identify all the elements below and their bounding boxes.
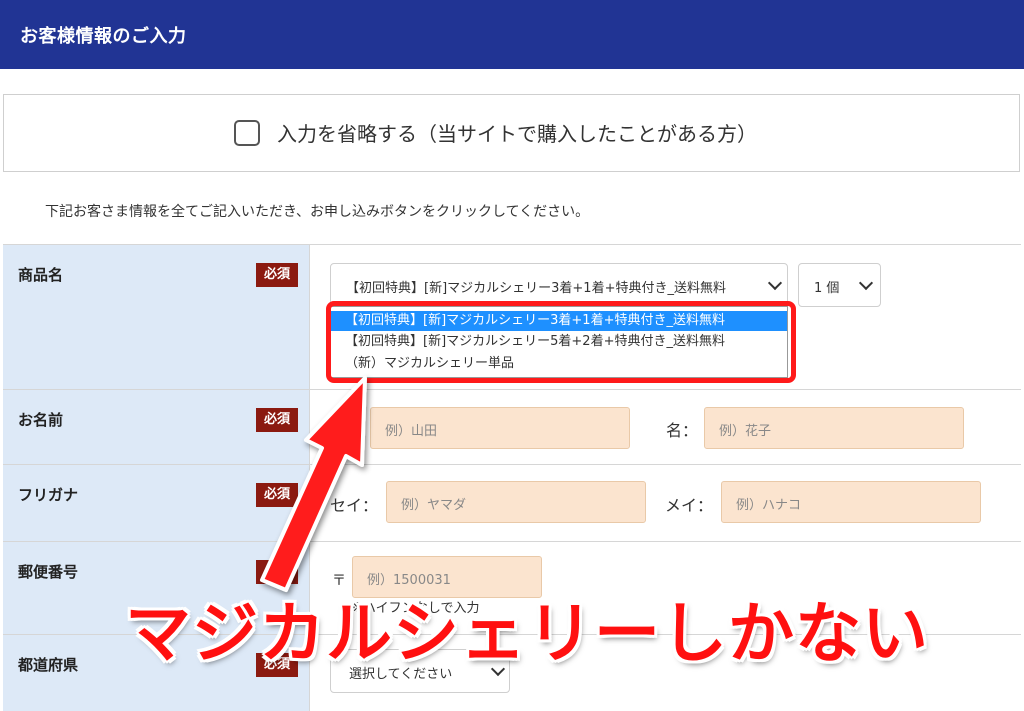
furigana-row: フリガナ 必須 セイ： 例）ヤマダ メイ： 例）ハナコ — [3, 465, 1021, 542]
form-instruction: 下記お客さま情報を全てご記入いただき、お申し込みボタンをクリックしてください。 — [45, 204, 590, 220]
skip-input-label[interactable]: 入力を省略する（当サイトで購入したことがある方） — [277, 118, 757, 147]
quantity-select[interactable]: 1 個 — [798, 263, 881, 307]
given-name-placeholder: 例）花子 — [719, 424, 772, 439]
sei-input[interactable]: 例）ヤマダ — [386, 481, 646, 523]
furigana-label-cell: フリガナ 必須 — [3, 465, 310, 541]
given-name-input[interactable]: 例）花子 — [704, 407, 964, 449]
prefecture-label: 都道府県 — [18, 656, 79, 674]
name-row: お名前 必須 例）山田 名： 例）花子 — [3, 390, 1021, 465]
last-name-placeholder: 例）山田 — [385, 424, 438, 439]
skip-input-checkbox[interactable] — [234, 120, 260, 146]
highlight-frame — [326, 301, 796, 383]
product-select-value: 【初回特典】[新]マジカルシェリー3着+1着+特典付き_送料無料 — [346, 281, 726, 296]
last-name-input[interactable]: 例）山田 — [370, 407, 630, 449]
furigana-label: フリガナ — [18, 486, 79, 504]
given-name-label: 名： — [666, 421, 699, 440]
quantity-select-value: 1 個 — [814, 281, 840, 296]
required-badge: 必須 — [256, 408, 298, 432]
page-header: お客様情報のご入力 — [0, 0, 1024, 69]
sei-placeholder: 例）ヤマダ — [401, 498, 467, 513]
required-badge: 必須 — [256, 263, 298, 287]
page-title: お客様情報のご入力 — [20, 26, 187, 47]
annotation-text: マジカルシェリーしかない — [125, 595, 929, 672]
name-label: お名前 — [18, 411, 64, 429]
product-label: 商品名 — [18, 266, 64, 284]
name-label-cell: お名前 必須 — [3, 390, 310, 464]
mei-placeholder: 例）ハナコ — [736, 498, 802, 513]
product-label-cell: 商品名 必須 — [3, 245, 310, 389]
skip-input-box: 入力を省略する（当サイトで購入したことがある方） — [3, 94, 1020, 172]
postal-label: 郵便番号 — [18, 563, 79, 581]
chevron-down-icon — [767, 275, 783, 291]
required-badge: 必須 — [256, 483, 298, 507]
sei-label: セイ： — [330, 496, 379, 515]
mei-label: メイ： — [665, 496, 714, 515]
chevron-down-icon — [858, 275, 874, 291]
mei-input[interactable]: 例）ハナコ — [721, 481, 981, 523]
